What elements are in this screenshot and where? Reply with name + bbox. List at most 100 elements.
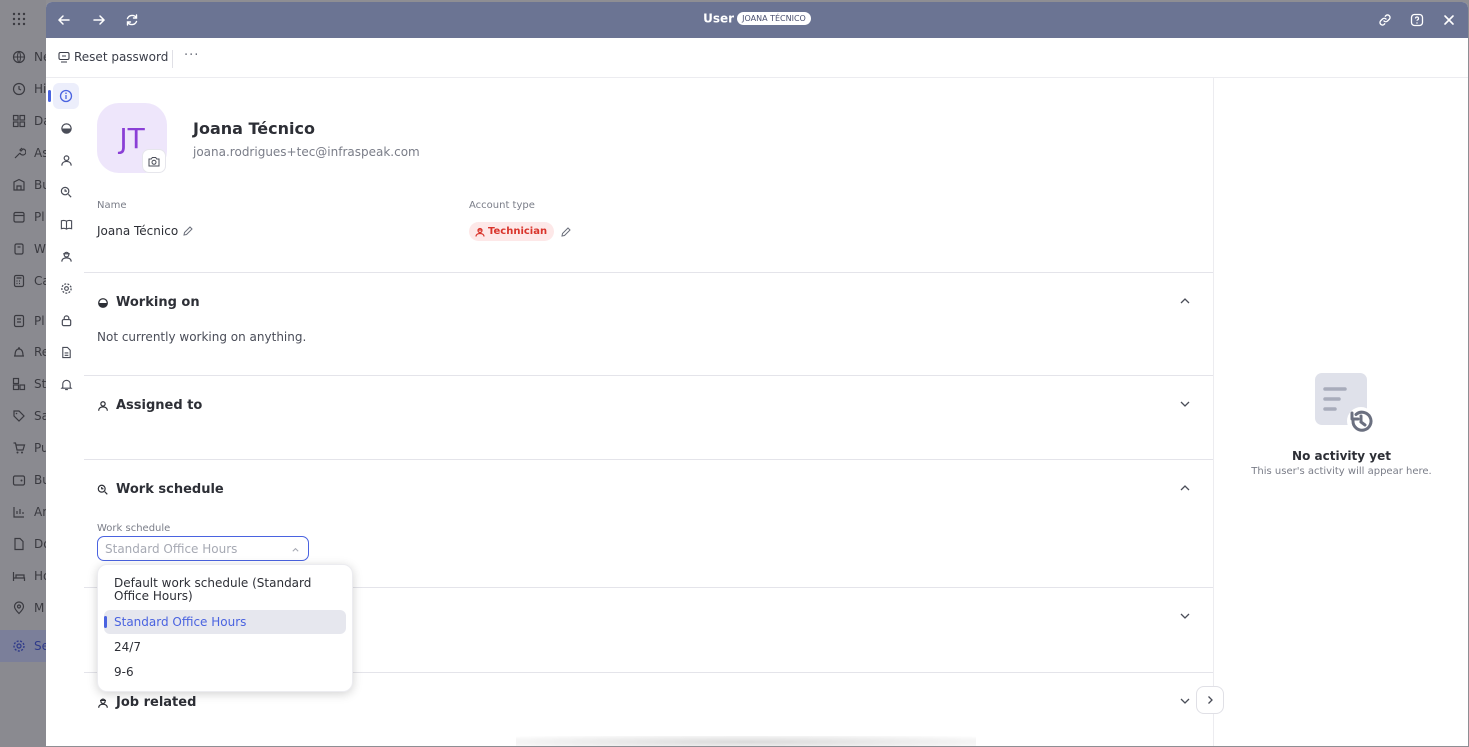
chevron-down-icon[interactable] [1179,398,1191,410]
more-options-button[interactable]: ··· [184,48,199,63]
dropdown-option-selected[interactable]: Standard Office Hours [104,610,346,634]
chevron-up-icon[interactable] [1179,295,1191,307]
boxes-icon [12,377,26,391]
activity-empty-subtitle: This user's activity will appear here. [1251,466,1432,477]
bg-nav-item-18[interactable]: M [0,592,46,624]
pin-icon [13,601,25,615]
bg-nav-item-14[interactable]: Bu [0,464,46,496]
work-schedule-select[interactable]: Standard Office Hours [97,536,309,561]
close-button[interactable] [1439,10,1459,30]
section-nav-schedule[interactable] [53,179,79,205]
section-nav-settings[interactable] [53,275,79,301]
bg-nav-item-2[interactable]: Hi [0,73,46,105]
chevron-down-icon[interactable] [1179,610,1191,622]
bg-nav-item-9[interactable]: Pl [0,305,46,337]
bg-nav-item-4[interactable]: As [0,137,46,169]
bg-nav-item-16[interactable]: Do [0,528,46,560]
chart-icon [13,507,24,518]
section-nav-indicator [48,90,51,102]
bg-nav-item-11[interactable]: St [0,368,46,400]
expand-panel-button[interactable] [1196,686,1224,714]
user-name: Joana Técnico [193,119,315,138]
bg-nav-item-12[interactable]: Sa [0,400,46,432]
bg-nav-item-13[interactable]: Pu [0,432,46,464]
bg-nav-item-7[interactable]: W [0,233,46,265]
section-nav-documents[interactable] [53,339,79,365]
globe-icon [12,50,26,64]
book-icon [60,219,72,230]
dropdown-option[interactable]: Default work schedule (Standard Office H… [104,577,346,603]
section-nav-working-on[interactable] [53,115,79,141]
section-assigned-to-header[interactable]: Assigned to [97,398,202,413]
bg-nav-label: Pl [34,210,45,224]
bg-nav-item-10[interactable]: Re [0,336,46,368]
bg-nav-item-6[interactable]: Pl [0,201,46,233]
section-nav-security[interactable] [53,307,79,333]
bell-icon [60,379,72,390]
activity-empty-title: No activity yet [1292,449,1391,463]
modal-titlebar: User JOANA TÉCNICO [46,2,1468,38]
bg-nav-item-15[interactable]: An [0,496,46,528]
section-nav-notifications[interactable] [53,371,79,397]
work-schedule-placeholder: Standard Office Hours [105,541,238,556]
schedule-icon [60,186,72,198]
dropdown-option[interactable]: 24/7 [104,641,346,654]
gear-icon [13,640,25,652]
section-working-on-header[interactable]: Working on [97,295,200,310]
bg-nav-item-5[interactable]: Bu [0,169,46,201]
help-button[interactable] [1407,10,1427,30]
document-icon [61,346,71,358]
calculator-icon [13,274,25,288]
key-icon [58,51,70,63]
section-nav-assigned[interactable] [53,147,79,173]
bg-nav-label: Bu [34,178,46,192]
link-button[interactable] [1375,10,1395,30]
bg-nav-label: Ho [34,569,46,583]
bg-nav-item-17[interactable]: Ho [0,560,46,592]
name-field-label: Name [97,200,127,211]
info-icon [59,89,73,103]
user-email: joana.rodrigues+tec@infraspeak.com [193,145,420,159]
worker-icon [60,251,72,262]
bell-icon [14,347,24,357]
bg-nav-label: Ca [34,274,46,288]
camera-icon [148,156,160,166]
edit-name-icon[interactable] [182,225,194,237]
tag-icon [13,410,25,422]
half-circle-icon [60,122,72,134]
chevron-down-icon[interactable] [1179,695,1191,707]
chevron-up-icon[interactable] [1179,482,1191,494]
edit-account-type-icon[interactable] [560,226,572,238]
section-working-on: Working on Not currently working on anyt… [84,272,1213,375]
document-icon [13,314,25,328]
section-title: Job related [116,695,197,710]
bg-nav-item-1[interactable]: Ne [0,41,46,73]
apps-grid-icon[interactable] [12,11,26,30]
section-nav-book[interactable] [53,211,79,237]
bg-nav-label: An [34,505,46,519]
bg-nav-label: Pl [34,314,45,328]
bg-nav-item-3[interactable]: Da [0,105,46,137]
section-nav [46,78,84,746]
dropdown-option[interactable]: 9-6 [104,666,346,679]
activity-history-icon [1315,373,1375,435]
background-sidebar: Ne Hi Da As Bu Pl W Ca Pl Re St Sa Pu Bu… [0,0,46,747]
section-nav-job[interactable] [53,243,79,269]
close-icon [1444,15,1454,25]
section-nav-info[interactable] [53,83,79,109]
bg-nav-label: Sa [34,409,46,423]
reset-password-label: Reset password [74,50,169,64]
clipboard-icon [14,243,24,255]
worker-icon [98,698,108,708]
change-photo-button[interactable] [142,149,166,173]
reset-password-button[interactable]: Reset password [58,50,168,64]
bottom-shadow [516,736,976,746]
technician-icon [475,227,485,237]
half-circle-icon [98,297,108,308]
bg-nav-item-19[interactable]: Se [0,630,46,662]
section-job-related-header[interactable]: Job related [97,695,196,710]
bed-icon [12,572,26,581]
modal-toolbar: Reset password ··· [46,38,1468,78]
bg-nav-item-8[interactable]: Ca [0,265,46,297]
section-work-schedule-header[interactable]: Work schedule [97,482,224,497]
